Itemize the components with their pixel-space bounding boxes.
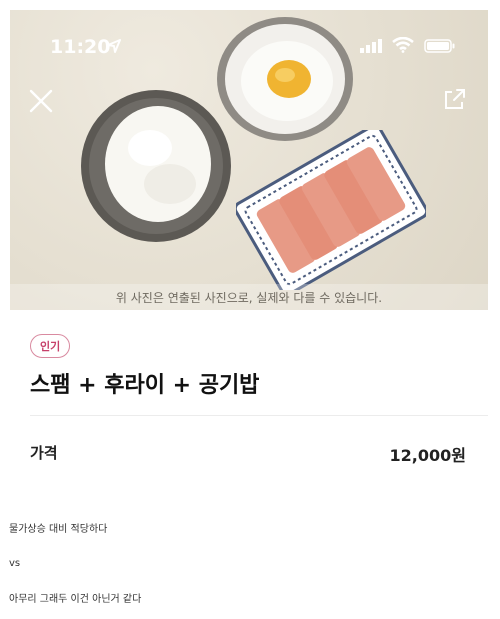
status-bar: 11:20 xyxy=(10,10,488,58)
comment-line: 아무리 그래두 이건 아닌거 같다 xyxy=(9,594,142,605)
rice-bowl xyxy=(81,90,231,242)
price-label: 가격 xyxy=(30,444,58,462)
price-value: 12,000원 xyxy=(389,446,466,465)
photo-disclaimer: 위 사진은 연출된 사진으로, 실제와 다를 수 있습니다. xyxy=(10,284,488,312)
spam-tray xyxy=(236,130,426,290)
popular-badge: 인기 xyxy=(30,334,71,358)
comment-line: 물가상승 대비 적당하다 xyxy=(9,524,108,535)
app-screen: 11:20 위 사진은 연출된 사진으로, 실제와 다를 수 있습니다. 인기 … xyxy=(10,10,488,480)
location-arrow-icon xyxy=(107,39,121,53)
divider xyxy=(30,415,488,416)
share-icon[interactable] xyxy=(442,86,468,112)
close-icon[interactable] xyxy=(28,88,54,114)
menu-item-title: 스팸 + 후라이 + 공기밥 xyxy=(30,373,260,398)
wifi-icon xyxy=(392,37,414,53)
status-time: 11:20 xyxy=(50,36,111,58)
cellular-signal-icon xyxy=(360,39,382,53)
battery-icon xyxy=(424,39,455,53)
comment-line: vs xyxy=(9,558,21,569)
food-photo: 11:20 위 사진은 연출된 사진으로, 실제와 다를 수 있습니다. xyxy=(10,10,488,312)
